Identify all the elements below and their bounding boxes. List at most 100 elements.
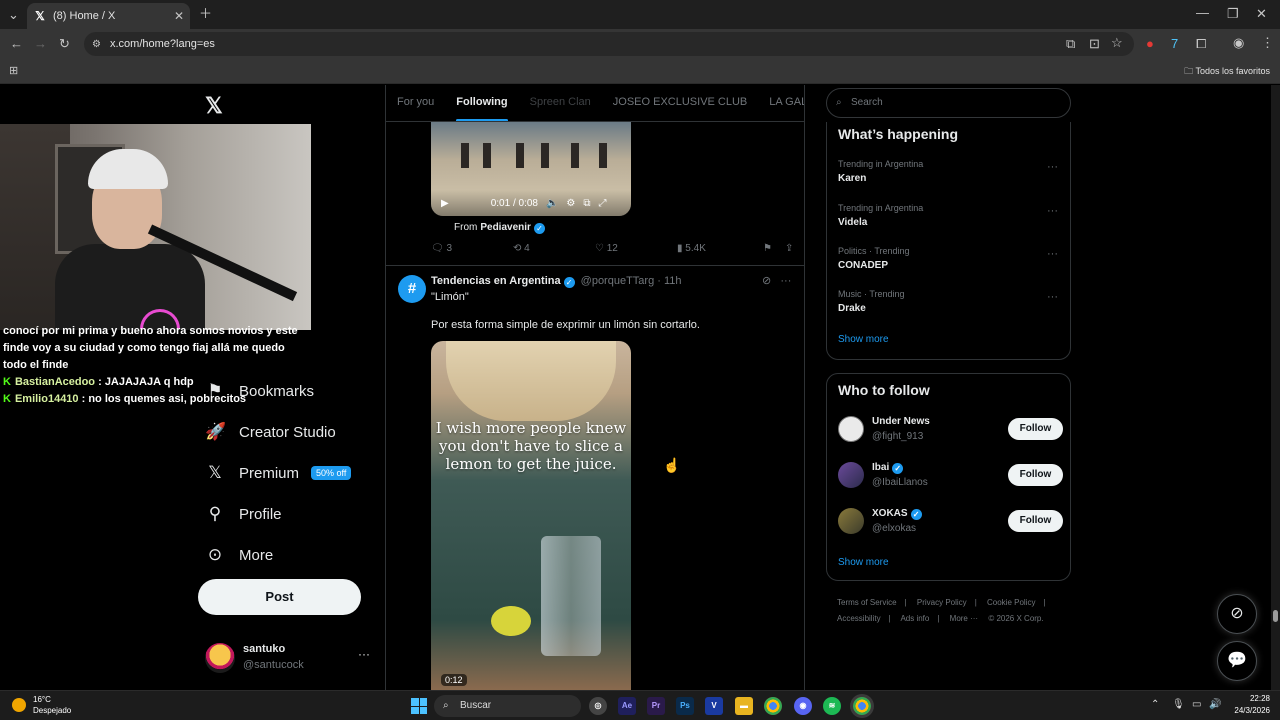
nav-item-premium[interactable]: 𝕏 Premium 50% off	[205, 463, 352, 483]
follow-button[interactable]: Follow	[1008, 418, 1063, 440]
forward-icon[interactable]: →	[34, 37, 47, 51]
taskbar-search-input[interactable]: ⌕ Buscar	[434, 695, 581, 717]
bookmark-tweet-icon[interactable]: ⚑	[763, 243, 785, 254]
tweet-video[interactable]: I wish more people knew you don't have t…	[431, 341, 631, 690]
post-button[interactable]: Post	[198, 579, 361, 615]
video-source[interactable]: From Pediavenir ✓	[454, 222, 548, 234]
trend-more-icon[interactable]: ···	[1047, 248, 1058, 260]
tweet-time[interactable]: · 11h	[657, 275, 681, 287]
extension-red-icon[interactable]: ●	[1146, 37, 1154, 51]
show-more-follows-link[interactable]: Show more	[838, 557, 889, 568]
chrome-active-app-icon[interactable]	[853, 697, 871, 715]
account-switcher[interactable]: santuko @santucock ···	[205, 641, 375, 681]
volume-icon[interactable]: 🔊	[1209, 699, 1221, 710]
microphone-icon[interactable]: 🎙	[1172, 699, 1185, 710]
follow-suggestion[interactable]: Ibai ✓ @IbaiLlanos Follow	[838, 462, 1063, 494]
follow-button[interactable]: Follow	[1008, 510, 1063, 532]
site-info-icon[interactable]: ⚙	[92, 38, 101, 52]
hashtag-avatar-icon[interactable]: #	[398, 275, 426, 303]
nav-item-profile[interactable]: ⚲ Profile	[205, 504, 282, 524]
like-button[interactable]: ♡ 12	[595, 243, 677, 254]
follow-name-row: Ibai ✓	[872, 462, 906, 474]
all-bookmarks[interactable]: 🗀 Todos los favoritos	[1184, 64, 1270, 80]
follow-suggestion[interactable]: XOKAS ✓ @elxokas Follow	[838, 508, 1063, 540]
tab-following[interactable]: Following	[445, 85, 518, 121]
tray-overflow-icon[interactable]: ⌃	[1151, 699, 1159, 710]
follow-handle: @fight_913	[872, 431, 924, 442]
tweet-more-icon[interactable]: ···	[780, 275, 791, 287]
follow-button[interactable]: Follow	[1008, 464, 1063, 486]
trend-item[interactable]: Trending in Argentina Videla ···	[838, 203, 1063, 228]
show-more-trends-link[interactable]: Show more	[838, 334, 889, 345]
tweet-author-handle[interactable]: @porqueTTarg	[581, 275, 655, 287]
grok-icon[interactable]: ⊘	[762, 275, 771, 287]
page-scrollbar[interactable]	[1271, 85, 1280, 690]
x-logo-icon[interactable]: 𝕏	[205, 93, 223, 119]
footer-link-cookies[interactable]: Cookie Policy	[987, 598, 1035, 607]
profile-avatar-icon[interactable]: ◉	[1233, 36, 1244, 50]
browser-tab[interactable]: 𝕏 (8) Home / X ✕	[27, 3, 190, 29]
tweet-author-name[interactable]: Tendencias en Argentina	[431, 275, 561, 287]
messages-fab-icon[interactable]: 💬	[1217, 641, 1257, 681]
restore-icon[interactable]: ❐	[1227, 7, 1239, 21]
pip-icon[interactable]: ⧉	[583, 198, 590, 209]
premiere-app-icon[interactable]: Pr	[647, 697, 665, 715]
trend-item[interactable]: Politics · Trending CONADEP ···	[838, 246, 1063, 271]
views-button[interactable]: ▮ 5.4K	[677, 243, 763, 254]
reply-button[interactable]: 🗨 3	[431, 243, 513, 254]
footer-link-more[interactable]: More ···	[950, 614, 978, 623]
new-tab-icon[interactable]: ＋	[199, 7, 212, 21]
browser-menu-icon[interactable]: ⋮	[1261, 36, 1274, 50]
volume-icon[interactable]: 🔈	[546, 198, 558, 209]
trend-more-icon[interactable]: ···	[1047, 161, 1058, 173]
trend-more-icon[interactable]: ···	[1047, 291, 1058, 303]
bookmark-star-icon[interactable]: ☆	[1111, 36, 1123, 50]
reload-icon[interactable]: ↻	[59, 37, 70, 51]
extension-7tv-icon[interactable]: 7	[1171, 37, 1178, 51]
file-explorer-app-icon[interactable]: ▬	[735, 697, 753, 715]
search-input[interactable]: ⌕ Search	[826, 88, 1071, 118]
footer-link-terms[interactable]: Terms of Service	[837, 598, 897, 607]
trend-item[interactable]: Music · Trending Drake ···	[838, 289, 1063, 314]
close-window-icon[interactable]: ✕	[1256, 7, 1267, 21]
trend-item[interactable]: Trending in Argentina Karen ···	[838, 159, 1063, 184]
share-icon[interactable]: ⇪	[785, 243, 793, 254]
tweet-video[interactable]: ▶ 0:01 / 0:08 🔈 ⚙ ⧉ ⤢	[431, 122, 631, 216]
tab-search-icon[interactable]: ⌄	[8, 8, 19, 22]
translate-icon[interactable]: ⧉	[1066, 37, 1075, 51]
trend-more-icon[interactable]: ···	[1047, 205, 1058, 217]
back-icon[interactable]: ←	[10, 37, 23, 51]
install-icon[interactable]: ⊡	[1089, 37, 1100, 51]
follow-suggestion[interactable]: Under News @fight_913 Follow	[838, 416, 1063, 448]
extensions-icon[interactable]: ⧠	[1196, 37, 1206, 51]
vegas-app-icon[interactable]: V	[705, 697, 723, 715]
tab-joseo-exclusive-club[interactable]: JOSEO EXCLUSIVE CLUB	[602, 85, 759, 121]
clock[interactable]: 22:28 24/3/2026	[1234, 693, 1270, 717]
footer-link-privacy[interactable]: Privacy Policy	[917, 598, 967, 607]
copilot-app-icon[interactable]: ◎	[589, 697, 607, 715]
url-input[interactable]: ⚙ x.com/home?lang=es	[84, 32, 1134, 56]
tab-for-you[interactable]: For you	[386, 85, 445, 121]
fullscreen-icon[interactable]: ⤢	[599, 198, 607, 209]
discord-app-icon[interactable]: ◉	[794, 697, 812, 715]
scrollbar-thumb[interactable]	[1273, 610, 1278, 622]
play-icon[interactable]: ▶	[441, 198, 449, 209]
photoshop-app-icon[interactable]: Ps	[676, 697, 694, 715]
network-icon[interactable]: ▭	[1192, 699, 1201, 710]
apps-grid-icon[interactable]: ⊞	[9, 64, 18, 78]
footer-link-accessibility[interactable]: Accessibility	[837, 614, 881, 623]
grok-fab-icon[interactable]: ⊘	[1217, 594, 1257, 634]
retweet-button[interactable]: ⟲ 4	[513, 243, 595, 254]
spotify-app-icon[interactable]: ≋	[823, 697, 841, 715]
windows-start-icon[interactable]	[411, 698, 427, 714]
nav-item-more[interactable]: ⊙ More	[205, 545, 273, 565]
settings-icon[interactable]: ⚙	[566, 198, 575, 209]
chrome-app-icon[interactable]	[764, 697, 782, 715]
nav-item-creator-studio[interactable]: 🚀 Creator Studio	[205, 422, 336, 442]
after-effects-app-icon[interactable]: Ae	[618, 697, 636, 715]
tab-la-galop[interactable]: LA GALOP	[758, 85, 804, 121]
tab-spreen-clan[interactable]: Spreen Clan	[519, 85, 602, 121]
close-tab-icon[interactable]: ✕	[174, 9, 184, 23]
footer-link-ads-info[interactable]: Ads info	[900, 614, 929, 623]
minimize-icon[interactable]: —	[1196, 6, 1209, 20]
